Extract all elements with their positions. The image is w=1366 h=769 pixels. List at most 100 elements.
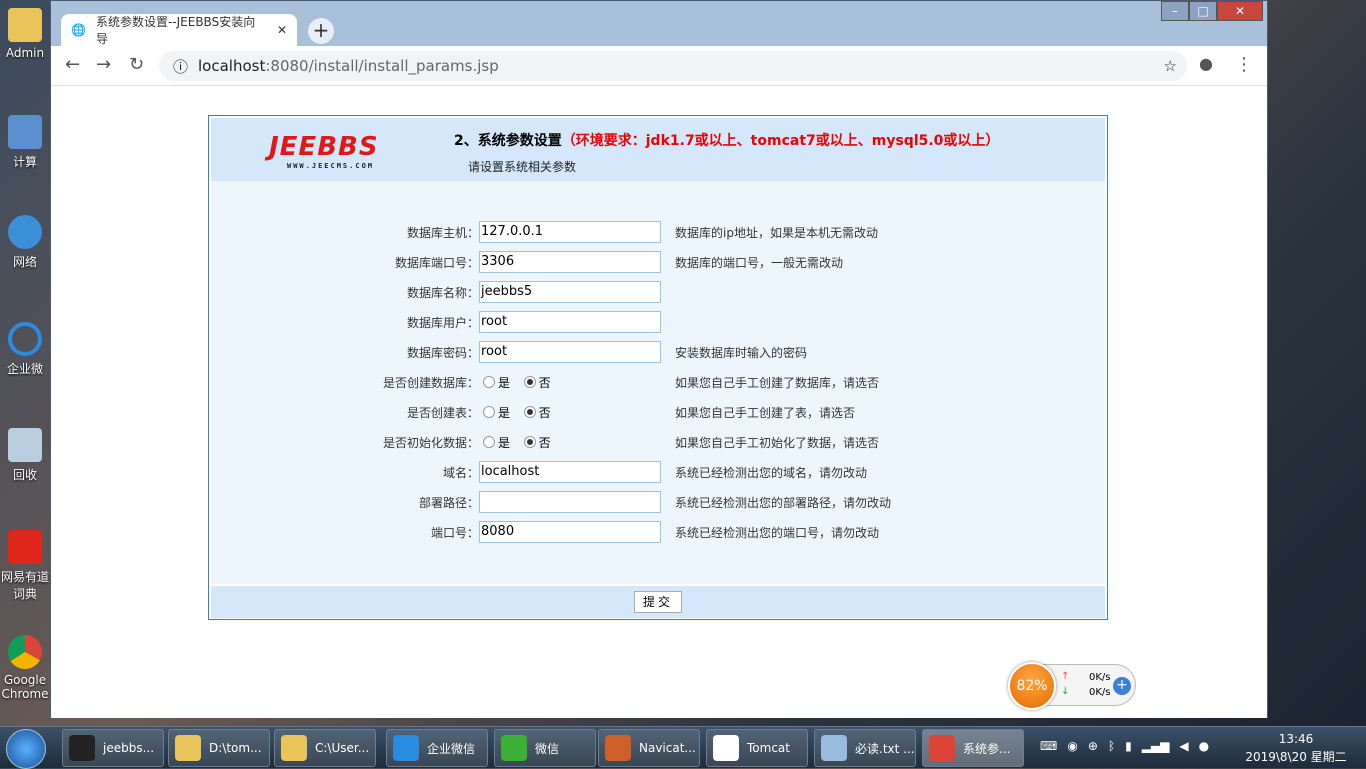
bluetooth-icon[interactable]: ᛒ (1108, 739, 1115, 753)
close-tab-icon[interactable]: ✕ (277, 23, 287, 37)
app-icon (281, 735, 307, 761)
taskbar-item[interactable]: 微信 (494, 729, 596, 767)
jeebbs-logo: JEEBBS WWW.JEECMS.COM (269, 132, 379, 170)
requirement-text: （环境要求：jdk1.7或以上、tomcat7或以上、mysql5.0或以上） (561, 133, 1000, 149)
profile-icon[interactable]: ● (1199, 54, 1213, 73)
browser-toolbar: ← → ↻ ⓘ localhost:8080/install/install_p… (51, 46, 1267, 86)
text-input[interactable] (479, 491, 661, 513)
desktop-icon-admin[interactable]: Admin (0, 8, 50, 60)
form-footer: 提交 (211, 586, 1105, 618)
desktop-icon-label: Admin (5, 46, 45, 60)
taskbar-item[interactable]: D:\tom... (168, 729, 270, 767)
clock[interactable]: 13:46 2019\8\20 星期二 (1240, 730, 1352, 766)
radio-no[interactable] (523, 376, 536, 388)
desktop-icon-wework[interactable]: 企业微 (0, 322, 50, 377)
text-input[interactable]: 127.0.0.1 (479, 221, 661, 243)
keyboard-icon[interactable]: ⌨ (1040, 739, 1057, 753)
taskbar-item[interactable]: Tomcat (706, 729, 808, 767)
browser-window: 🌐 系统参数设置--JEEBBS安装向导 ✕ + – □ ✕ ← → ↻ ⓘ l… (50, 0, 1268, 718)
radio-no[interactable] (523, 436, 536, 448)
desktop-icon-label: 网易有道词典 (0, 570, 49, 601)
taskbar-item[interactable]: 企业微信 (386, 729, 488, 767)
plus-icon[interactable]: + (1113, 677, 1131, 695)
radio-yes[interactable] (483, 376, 495, 388)
taskbar-item-label: jeebbs... (103, 741, 155, 755)
tab-strip: 🌐 系统参数设置--JEEBBS安装向导 ✕ + – □ ✕ (51, 1, 1267, 46)
usb-icon[interactable]: ▮ (1125, 739, 1132, 753)
desktop-icon-youdao[interactable]: 网易有道词典 (0, 530, 50, 602)
text-input[interactable]: 8080 (479, 521, 661, 543)
wechat-tray-icon[interactable]: ● (1199, 739, 1209, 753)
form-row: 端口号： 8080 系统已经检测出您的端口号，请勿改动 (211, 521, 1105, 543)
close-window-button[interactable]: ✕ (1217, 1, 1263, 21)
globe-icon: 🌐 (71, 23, 86, 37)
app-tray-icon[interactable]: ◉ (1067, 739, 1077, 753)
browser-tab[interactable]: 🌐 系统参数设置--JEEBBS安装向导 ✕ (61, 14, 297, 46)
taskbar-item[interactable]: C:\User... (274, 729, 376, 767)
app-icon (605, 735, 631, 761)
form-row: 数据库密码： root 安装数据库时输入的密码 (211, 341, 1105, 363)
radio-yes[interactable] (483, 436, 495, 448)
field-label: 数据库端口号： (394, 255, 479, 270)
field-hint: 数据库的端口号，一般无需改动 (675, 255, 844, 270)
desktop-icon-network[interactable]: 网络 (0, 215, 50, 270)
new-tab-button[interactable]: + (308, 18, 334, 44)
start-button[interactable] (6, 729, 46, 769)
radio-row: 是否创建数据库： 是 否 如果您自己手工创建了数据库，请选否 (211, 371, 1105, 393)
field-label: 域名： (442, 465, 479, 480)
url-path: :8080/install/install_params.jsp (265, 57, 499, 75)
forward-icon[interactable]: → (96, 54, 111, 75)
taskbar-item[interactable]: jeebbs... (62, 729, 164, 767)
form-row: 域名： localhost 系统已经检测出您的域名，请勿改动 (211, 461, 1105, 483)
text-input[interactable]: root (479, 341, 661, 363)
taskbar-item-label: 必读.txt ... (855, 741, 915, 756)
menu-icon[interactable]: ⋮ (1235, 54, 1253, 75)
info-icon: ⓘ (173, 57, 189, 76)
taskbar-item-label: Navicat... (639, 741, 696, 755)
date: 2019\8\20 星期二 (1245, 750, 1347, 764)
taskbar-item-label: D:\tom... (209, 741, 262, 755)
taskbar-item[interactable]: 系统参... (922, 729, 1024, 767)
radio-no-label: 否 (538, 405, 551, 420)
text-input[interactable]: root (479, 311, 661, 333)
taskbar-item-label: Tomcat (747, 741, 790, 755)
reload-icon[interactable]: ↻ (129, 54, 144, 75)
url-host: localhost (198, 57, 266, 75)
form-row: 数据库用户： root (211, 311, 1105, 333)
taskbar-item[interactable]: 必读.txt ... (814, 729, 916, 767)
desktop-icon-recycle-bin[interactable]: 回收 (0, 428, 50, 483)
field-label: 数据库密码： (406, 345, 479, 360)
desktop-icon-computer[interactable]: 计算 (0, 115, 50, 170)
field-label: 是否创建数据库： (382, 375, 479, 390)
app-icon (713, 735, 739, 761)
volume-icon[interactable]: ◀ (1179, 739, 1188, 753)
submit-button[interactable]: 提交 (634, 591, 682, 613)
memory-usage-ball[interactable]: 82% (1008, 662, 1056, 710)
field-hint: 如果您自己手工创建了表，请选否 (675, 405, 856, 420)
text-input[interactable]: jeebbs5 (479, 281, 661, 303)
radio-yes[interactable] (483, 406, 495, 418)
minimize-button[interactable]: – (1161, 1, 1189, 21)
radio-yes-label: 是 (498, 375, 511, 390)
radio-no[interactable] (523, 406, 536, 418)
form-row: 数据库名称： jeebbs5 (211, 281, 1105, 303)
field-hint: 安装数据库时输入的密码 (675, 345, 808, 360)
maximize-button[interactable]: □ (1189, 1, 1217, 21)
field-hint: 如果您自己手工创建了数据库，请选否 (675, 375, 880, 390)
radio-yes-label: 是 (498, 435, 511, 450)
back-icon[interactable]: ← (65, 54, 80, 75)
subtitle: 请设置系统相关参数 (468, 160, 577, 174)
address-bar[interactable]: ⓘ localhost:8080/install/install_params.… (159, 51, 1187, 81)
taskbar-item[interactable]: Navicat... (598, 729, 700, 767)
desktop-icon-chrome[interactable]: Google Chrome (0, 635, 50, 701)
radio-no-label: 否 (538, 435, 551, 450)
desktop-icon-label: 企业微 (6, 362, 43, 376)
system-tray: ⌨ ◉ ⊕ ᛒ ▮ ▂▄▆ ◀ ● (1040, 739, 1209, 753)
text-input[interactable]: localhost (479, 461, 661, 483)
plus-tray-icon[interactable]: ⊕ (1088, 739, 1098, 753)
star-icon[interactable]: ☆ (1164, 57, 1177, 75)
radio-no-label: 否 (538, 375, 551, 390)
text-input[interactable]: 3306 (479, 251, 661, 273)
signal-icon[interactable]: ▂▄▆ (1142, 739, 1170, 753)
app-icon (69, 735, 95, 761)
